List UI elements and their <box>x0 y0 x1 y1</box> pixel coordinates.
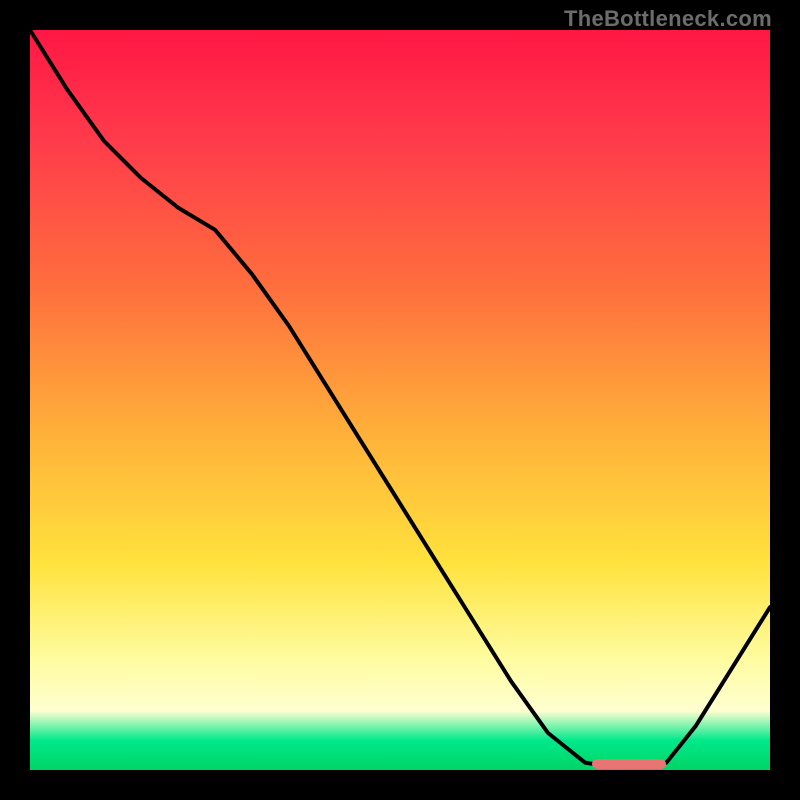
watermark-text: TheBottleneck.com <box>564 6 772 32</box>
bottleneck-curve <box>30 30 770 770</box>
plot-area <box>30 30 770 770</box>
chart-frame: TheBottleneck.com <box>0 0 800 800</box>
optimal-range-marker <box>592 759 666 769</box>
